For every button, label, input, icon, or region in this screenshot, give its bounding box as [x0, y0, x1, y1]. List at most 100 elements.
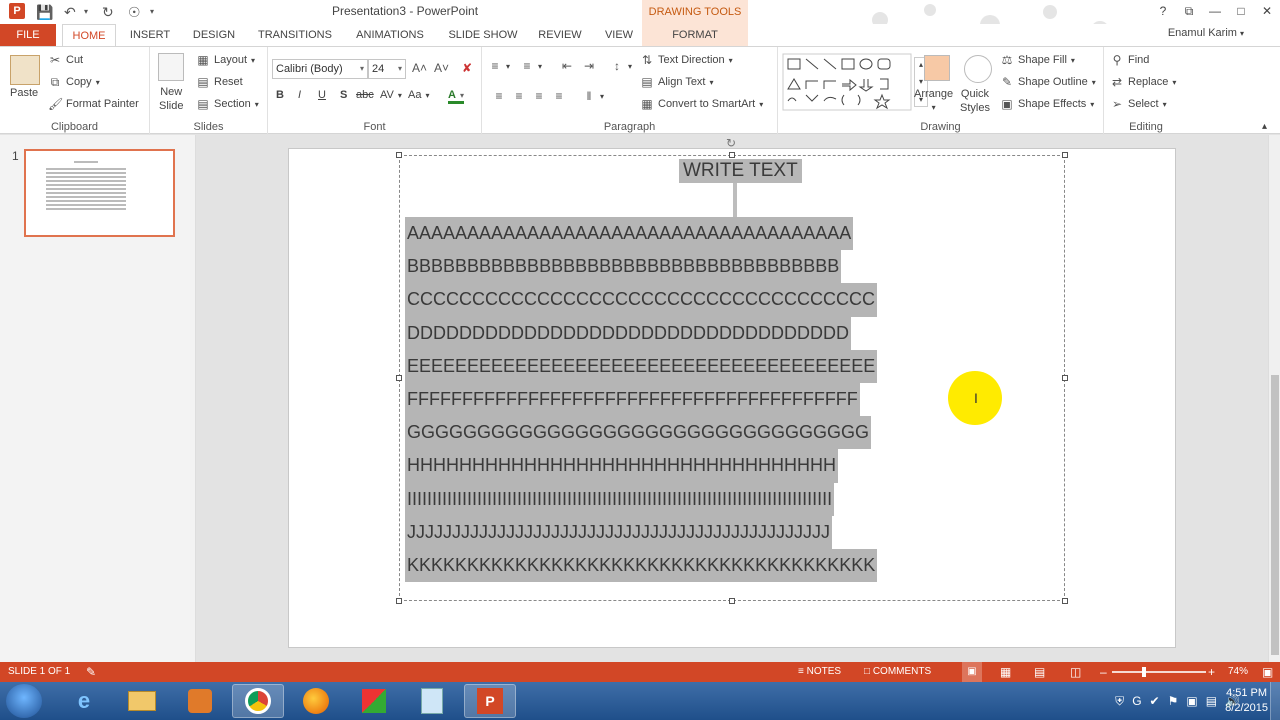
reset-button[interactable]: ▤ Reset — [196, 75, 242, 89]
columns-button[interactable]: ‖ ▾ — [582, 89, 605, 103]
slide-body-line[interactable]: BBBBBBBBBBBBBBBBBBBBBBBBBBBBBBBBBBBB — [405, 250, 842, 284]
strikethrough-button[interactable]: abc — [356, 89, 374, 101]
slide-show-icon[interactable]: ◫ — [1070, 662, 1081, 682]
resize-handle[interactable] — [729, 598, 735, 604]
zoom-in-icon[interactable]: + — [1208, 662, 1215, 682]
increase-indent-button[interactable]: ⇥ — [582, 59, 596, 73]
quick-styles-button[interactable]: Quick Styles — [960, 87, 990, 115]
shape-fill-button[interactable]: ⚖ Shape Fill ▾ — [1000, 53, 1075, 67]
ribbon-display-options-icon[interactable]: ⧉ — [1176, 0, 1202, 22]
close-icon[interactable]: ✕ — [1254, 0, 1280, 22]
layout-button[interactable]: ▦ Layout ▾ — [196, 53, 255, 67]
bold-button[interactable]: B — [276, 89, 284, 101]
shield-icon[interactable]: ⛨ — [1115, 694, 1124, 709]
tab-view[interactable]: VIEW — [596, 24, 642, 46]
resize-handle[interactable] — [396, 375, 402, 381]
slide-title-text[interactable]: WRITE TEXT — [679, 159, 802, 183]
resize-handle[interactable] — [1062, 375, 1068, 381]
quick-styles-icon[interactable] — [964, 55, 992, 83]
flag-icon[interactable]: ⚑ — [1168, 694, 1179, 708]
format-painter-button[interactable]: 🖌 Format Painter — [48, 97, 139, 111]
font-name-combobox[interactable]: Calibri (Body) ▾ — [272, 59, 368, 79]
slide-body-line[interactable]: FFFFFFFFFFFFFFFFFFFFFFFFFFFFFFFFFFFFFFFF… — [405, 382, 860, 417]
zoom-out-icon[interactable]: – — [1100, 662, 1107, 682]
paste-button[interactable]: Paste — [10, 87, 38, 99]
slide-body-line[interactable]: JJJJJJJJJJJJJJJJJJJJJJJJJJJJJJJJJJJJJJJJ… — [405, 515, 832, 549]
vertical-scrollbar[interactable] — [1268, 135, 1280, 662]
network-icon[interactable]: ▤ — [1206, 694, 1217, 708]
arrange-button[interactable]: Arrange ▾ — [914, 87, 953, 115]
chrome-icon[interactable] — [232, 684, 284, 718]
zoom-slider-knob[interactable] — [1142, 667, 1146, 677]
arrange-icon[interactable] — [924, 55, 950, 81]
device-icon[interactable]: ▣ — [1186, 694, 1197, 708]
google-icon[interactable]: G — [1132, 694, 1141, 708]
network-check-icon[interactable]: ✔ — [1150, 694, 1160, 708]
character-spacing-button[interactable]: AV ▾ — [380, 89, 402, 101]
font-color-button[interactable]: A ▾ — [448, 89, 464, 104]
slide-body-line[interactable]: KKKKKKKKKKKKKKKKKKKKKKKKKKKKKKKKKKKKKKK — [405, 548, 878, 583]
slide-body-line[interactable]: CCCCCCCCCCCCCCCCCCCCCCCCCCCCCCCCCCCC — [405, 283, 877, 317]
align-text-button[interactable]: ▤ Align Text ▾ — [640, 75, 713, 89]
camtasia-icon[interactable] — [348, 684, 400, 718]
select-button[interactable]: ➢ Select ▾ — [1110, 97, 1167, 111]
tab-slide-show[interactable]: SLIDE SHOW — [442, 24, 524, 46]
maximize-icon[interactable]: □ — [1228, 0, 1254, 22]
justify-button[interactable]: ≡ — [552, 89, 566, 103]
collapse-ribbon-icon[interactable]: ▴ — [1262, 121, 1267, 132]
section-button[interactable]: ▤ Section ▾ — [196, 97, 258, 111]
tab-animations[interactable]: ANIMATIONS — [348, 24, 432, 46]
resize-handle[interactable] — [1062, 152, 1068, 158]
resize-handle[interactable] — [1062, 598, 1068, 604]
comments-button[interactable]: □ COMMENTS — [864, 662, 931, 682]
scrollbar-thumb[interactable] — [1271, 375, 1279, 655]
slide-body-line[interactable]: GGGGGGGGGGGGGGGGGGGGGGGGGGGGGGGGG — [405, 416, 872, 450]
copy-button[interactable]: ⧉ Copy ▾ — [48, 75, 100, 89]
rotate-handle-icon[interactable]: ↻ — [726, 136, 736, 150]
slide-body-line[interactable]: IIIIIIIIIIIIIIIIIIIIIIIIIIIIIIIIIIIIIIII… — [405, 482, 835, 516]
normal-view-icon[interactable]: ▣ — [962, 662, 982, 682]
shape-effects-button[interactable]: ▣ Shape Effects ▾ — [1000, 97, 1094, 111]
convert-smartart-button[interactable]: ▦ Convert to SmartArt ▾ — [640, 97, 763, 111]
slide-sorter-icon[interactable]: ▦ — [1000, 662, 1011, 682]
slide-body-line[interactable]: EEEEEEEEEEEEEEEEEEEEEEEEEEEEEEEEEEEEEEE — [405, 349, 878, 383]
slide-thumbnail-1[interactable] — [24, 149, 175, 237]
fit-slide-icon[interactable]: ▣ — [1262, 662, 1273, 682]
numbering-button[interactable]: ≡ ▾ — [520, 59, 542, 73]
clear-formatting-button[interactable]: ✘ — [460, 61, 474, 75]
increase-font-size-button[interactable]: A˄ — [412, 61, 427, 75]
decrease-font-size-button[interactable]: A˅ — [434, 61, 449, 75]
italic-button[interactable]: I — [298, 89, 301, 101]
tab-insert[interactable]: INSERT — [124, 24, 176, 46]
internet-explorer-icon[interactable]: e — [58, 684, 110, 718]
start-button[interactable] — [6, 684, 42, 718]
tab-review[interactable]: REVIEW — [534, 24, 586, 46]
tab-transitions[interactable]: TRANSITIONS — [252, 24, 338, 46]
slide-body-line[interactable]: AAAAAAAAAAAAAAAAAAAAAAAAAAAAAAAAAAAAA — [405, 217, 854, 251]
paste-icon[interactable] — [10, 55, 40, 85]
text-direction-button[interactable]: ⇅ Text Direction ▾ — [640, 53, 733, 67]
media-player-icon[interactable] — [174, 684, 226, 718]
tab-format[interactable]: FORMAT — [642, 24, 748, 46]
help-icon[interactable]: ? — [1150, 0, 1176, 22]
spelling-check-icon[interactable]: ✎ — [86, 662, 96, 682]
notepad-icon[interactable] — [406, 684, 458, 718]
align-right-button[interactable]: ≡ — [532, 89, 546, 103]
resize-handle[interactable] — [729, 152, 735, 158]
align-center-button[interactable]: ≡ — [512, 89, 526, 103]
bullets-button[interactable]: ≡ ▾ — [488, 59, 510, 73]
file-explorer-icon[interactable] — [116, 684, 168, 718]
replace-button[interactable]: ⇄ Replace ▾ — [1110, 75, 1176, 89]
resize-handle[interactable] — [396, 598, 402, 604]
new-slide-icon[interactable] — [158, 53, 184, 81]
slide-body-text[interactable]: AAAAAAAAAAAAAAAAAAAAAAAAAAAAAAAAAAAAA BBB… — [405, 217, 878, 583]
taskbar-clock[interactable]: 4:51 PM 8/2/2015 — [1225, 686, 1268, 716]
tab-file[interactable]: FILE — [0, 24, 56, 46]
align-left-button[interactable]: ≡ — [492, 89, 506, 103]
tab-home[interactable]: HOME — [62, 24, 116, 46]
new-slide-button[interactable]: New Slide — [159, 85, 183, 113]
show-desktop-button[interactable] — [1270, 682, 1280, 720]
change-case-button[interactable]: Aa ▾ — [408, 89, 429, 101]
tab-design[interactable]: DESIGN — [186, 24, 242, 46]
font-size-combobox[interactable]: 24 ▾ — [368, 59, 406, 79]
